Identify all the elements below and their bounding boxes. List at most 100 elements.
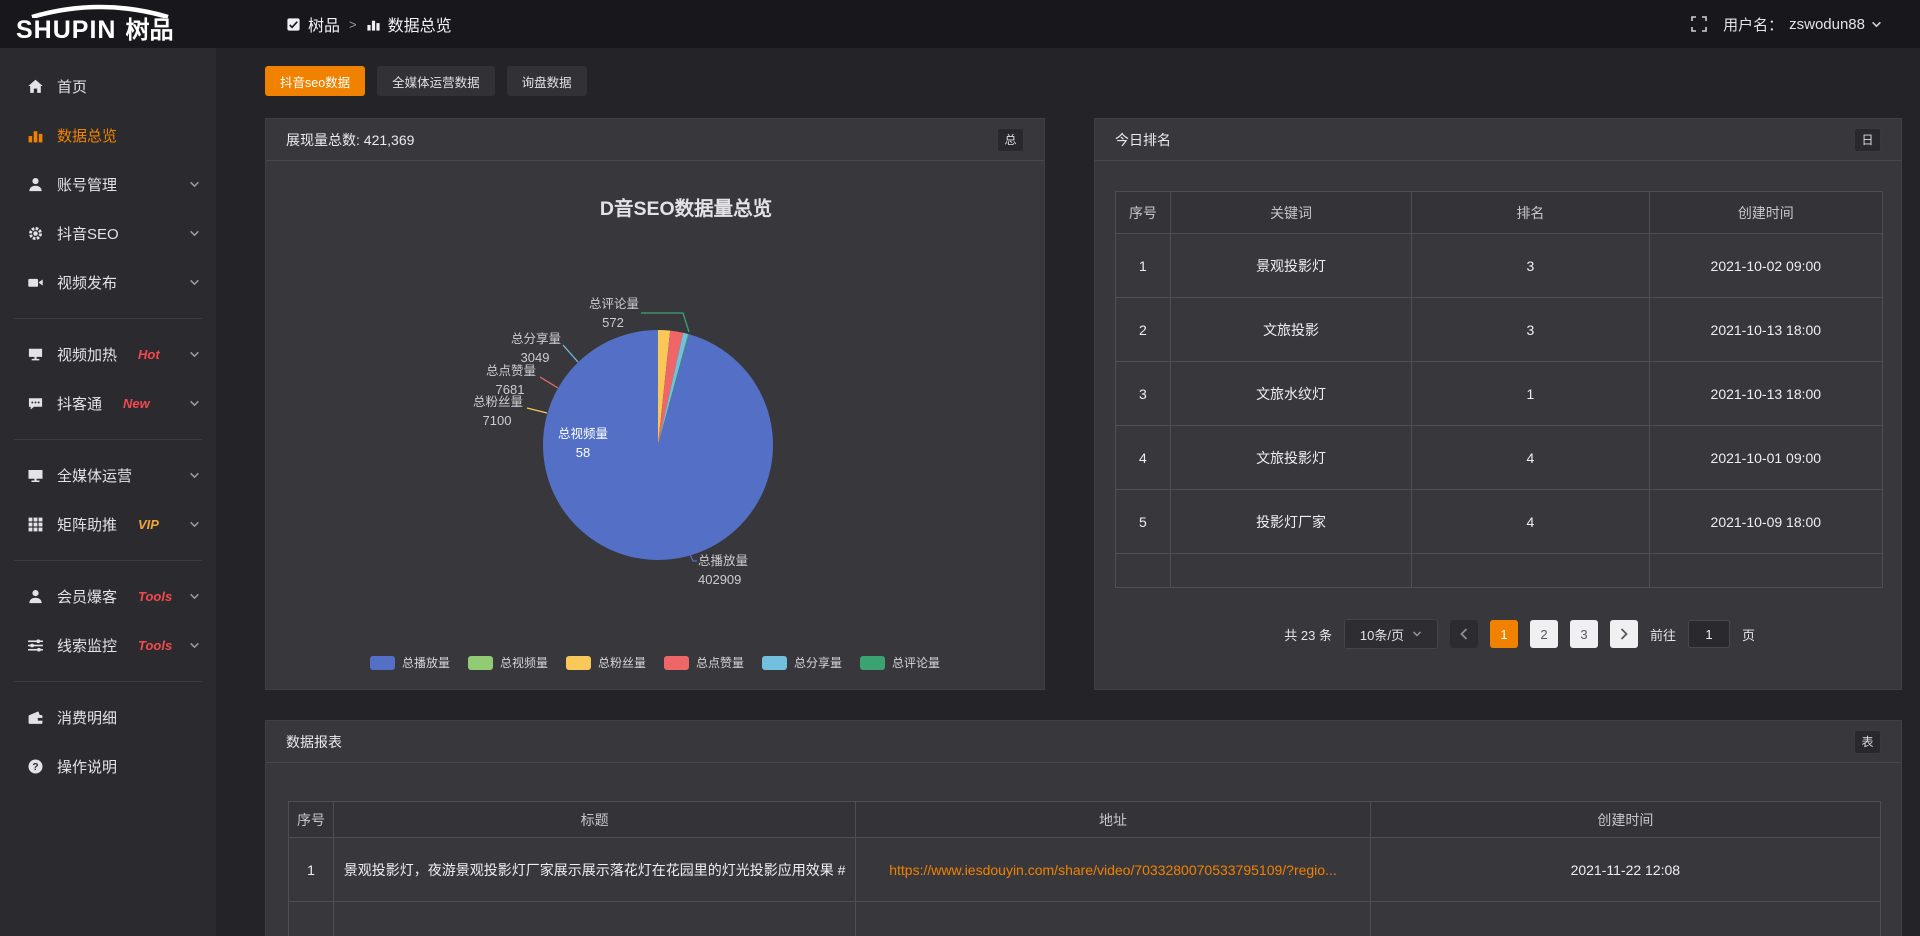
breadcrumb-current[interactable]: 数据总览 bbox=[366, 12, 452, 36]
prev-page-button[interactable] bbox=[1450, 620, 1478, 648]
page-button-2[interactable]: 2 bbox=[1530, 620, 1558, 648]
legend-item[interactable]: 总分享量 bbox=[762, 654, 842, 671]
pie-label-value: 572 bbox=[602, 315, 624, 330]
table-row-empty bbox=[1116, 554, 1882, 587]
legend-item[interactable]: 总视频量 bbox=[468, 654, 548, 671]
cell-created-time: 2021-10-13 18:00 bbox=[1650, 298, 1882, 361]
sidebar-item-douketong[interactable]: 抖客通New bbox=[0, 379, 216, 428]
cell-url[interactable]: https://www.iesdouyin.com/share/video/70… bbox=[856, 838, 1370, 901]
data-tabs: 抖音seo数据全媒体运营数据询盘数据 bbox=[265, 66, 587, 96]
label-leader-line bbox=[540, 377, 558, 388]
overview-panel-header: 展现量总数: 421,369 总 bbox=[266, 119, 1044, 161]
sidebar-item-label: 消费明细 bbox=[57, 707, 117, 728]
sidebar-item-data-overview[interactable]: 数据总览 bbox=[0, 111, 216, 160]
cell-empty bbox=[856, 902, 1370, 936]
sidebar-item-home[interactable]: 首页 bbox=[0, 62, 216, 111]
ranking-panel-header: 今日排名 日 bbox=[1095, 119, 1901, 161]
sidebar-item-label: 抖音SEO bbox=[57, 223, 119, 244]
sidebar-item-instructions[interactable]: ?操作说明 bbox=[0, 742, 216, 791]
tab-media-operation-data[interactable]: 全媒体运营数据 bbox=[377, 66, 495, 96]
page-size-select[interactable]: 10条/页 bbox=[1344, 619, 1438, 649]
report-panel-header: 数据报表 表 bbox=[266, 721, 1901, 763]
pie-label-name: 总视频量 bbox=[558, 426, 608, 441]
legend-swatch bbox=[370, 656, 395, 670]
sidebar-item-consumption-detail[interactable]: 消费明细 bbox=[0, 693, 216, 742]
table-row: 4文旅投影灯42021-10-01 09:00 bbox=[1116, 426, 1882, 490]
user-menu[interactable]: 用户名： zswodun88 bbox=[1723, 14, 1882, 35]
sidebar-item-douyin-seo[interactable]: 抖音SEO bbox=[0, 209, 216, 258]
sidebar-item-matrix-boost[interactable]: 矩阵助推VIP bbox=[0, 500, 216, 549]
sidebar-item-label: 数据总览 bbox=[57, 125, 117, 146]
cell-empty bbox=[1650, 554, 1882, 587]
table-row: 5投影灯厂家42021-10-09 18:00 bbox=[1116, 490, 1882, 554]
breadcrumb-root[interactable]: 树品 bbox=[286, 12, 340, 36]
sidebar-badge: VIP bbox=[138, 517, 159, 532]
grid-icon bbox=[27, 516, 44, 533]
legend-swatch bbox=[566, 656, 591, 670]
breadcrumb: 树品 > 数据总览 bbox=[286, 12, 452, 36]
table-row: 2文旅投影32021-10-13 18:00 bbox=[1116, 298, 1882, 362]
data-report-panel: 数据报表 表 序号标题地址创建时间1景观投影灯，夜游景观投影灯厂家展示展示落花灯… bbox=[265, 720, 1902, 936]
tab-inquiry-data[interactable]: 询盘数据 bbox=[507, 66, 587, 96]
header-right: 用户名： zswodun88 bbox=[1691, 14, 1920, 35]
sidebar-item-label: 视频加热 bbox=[57, 344, 117, 365]
sidebar-item-label: 操作说明 bbox=[57, 756, 117, 777]
page-button-1[interactable]: 1 bbox=[1490, 620, 1518, 648]
day-view-button[interactable]: 日 bbox=[1854, 128, 1881, 152]
sidebar-item-member-baoke[interactable]: 会员爆客Tools bbox=[0, 572, 216, 621]
total-view-button[interactable]: 总 bbox=[997, 128, 1024, 152]
sidebar-item-label: 账号管理 bbox=[57, 174, 117, 195]
sidebar-item-label: 全媒体运营 bbox=[57, 465, 132, 486]
legend-item[interactable]: 总点赞量 bbox=[664, 654, 744, 671]
table-view-button[interactable]: 表 bbox=[1854, 730, 1881, 754]
ranking-panel-title: 今日排名 bbox=[1115, 130, 1171, 150]
chevron-down-icon bbox=[189, 349, 200, 360]
goto-page-input[interactable] bbox=[1688, 620, 1730, 648]
sidebar-item-media-operation[interactable]: 全媒体运营 bbox=[0, 451, 216, 500]
tab-douyin-seo-data[interactable]: 抖音seo数据 bbox=[265, 66, 365, 96]
legend-item[interactable]: 总粉丝量 bbox=[566, 654, 646, 671]
legend-item[interactable]: 总播放量 bbox=[370, 654, 450, 671]
breadcrumb-separator: > bbox=[349, 17, 357, 32]
fullscreen-icon[interactable] bbox=[1691, 16, 1707, 32]
cell-created-time: 2021-10-01 09:00 bbox=[1650, 426, 1882, 489]
chevron-down-icon bbox=[189, 640, 200, 651]
sidebar-item-label: 首页 bbox=[57, 76, 87, 97]
user-icon bbox=[27, 176, 44, 193]
username-label: 用户名： bbox=[1723, 14, 1783, 35]
cell-empty bbox=[1171, 554, 1412, 587]
chat-icon bbox=[27, 395, 44, 412]
sidebar-item-video-heat[interactable]: 视频加热Hot bbox=[0, 330, 216, 379]
video-icon bbox=[27, 274, 44, 291]
column-header-index: 序号 bbox=[289, 802, 334, 837]
legend-item[interactable]: 总评论量 bbox=[860, 654, 940, 671]
chevron-down-icon bbox=[189, 179, 200, 190]
sidebar-item-account-manage[interactable]: 账号管理 bbox=[0, 160, 216, 209]
screen-icon bbox=[27, 346, 44, 363]
legend-swatch bbox=[762, 656, 787, 670]
sidebar-item-clue-monitor[interactable]: 线索监控Tools bbox=[0, 621, 216, 670]
sidebar-item-label: 线索监控 bbox=[57, 635, 117, 656]
cell-index: 3 bbox=[1116, 362, 1171, 425]
sidebar-item-video-publish[interactable]: 视频发布 bbox=[0, 258, 216, 307]
column-header-index: 序号 bbox=[1116, 192, 1171, 233]
bar-chart-icon bbox=[366, 17, 381, 32]
app-logo[interactable]: SHUPIN 树品 bbox=[0, 6, 252, 43]
pagination: 共 23 条 10条/页 123 前往 页 bbox=[1095, 619, 1901, 649]
table-header-row: 序号标题地址创建时间 bbox=[289, 802, 1880, 838]
goto-label: 前往 bbox=[1650, 625, 1676, 644]
sidebar-divider bbox=[14, 439, 202, 440]
chart-icon bbox=[27, 127, 44, 144]
app-header: SHUPIN 树品 树品 > 数据总览 用户名： zswodun88 bbox=[0, 0, 1920, 48]
seo-pie-chart: D音SEO数据量总览总播放量402909总视频量58总粉丝量7100总点赞量76… bbox=[266, 161, 1044, 629]
page-button-3[interactable]: 3 bbox=[1570, 620, 1598, 648]
next-page-button[interactable] bbox=[1610, 620, 1638, 648]
legend-label: 总点赞量 bbox=[696, 654, 744, 671]
chart-legend: 总播放量 总视频量 总粉丝量 总点赞量 总分享量 总评论量 bbox=[266, 654, 1044, 671]
label-leader-line bbox=[563, 345, 578, 362]
column-header-keyword: 关键词 bbox=[1171, 192, 1412, 233]
sidebar-item-label: 抖客通 bbox=[57, 393, 102, 414]
cell-rank: 3 bbox=[1412, 298, 1649, 361]
logo-text-cn: 树品 bbox=[125, 19, 173, 43]
cell-empty bbox=[1412, 554, 1649, 587]
